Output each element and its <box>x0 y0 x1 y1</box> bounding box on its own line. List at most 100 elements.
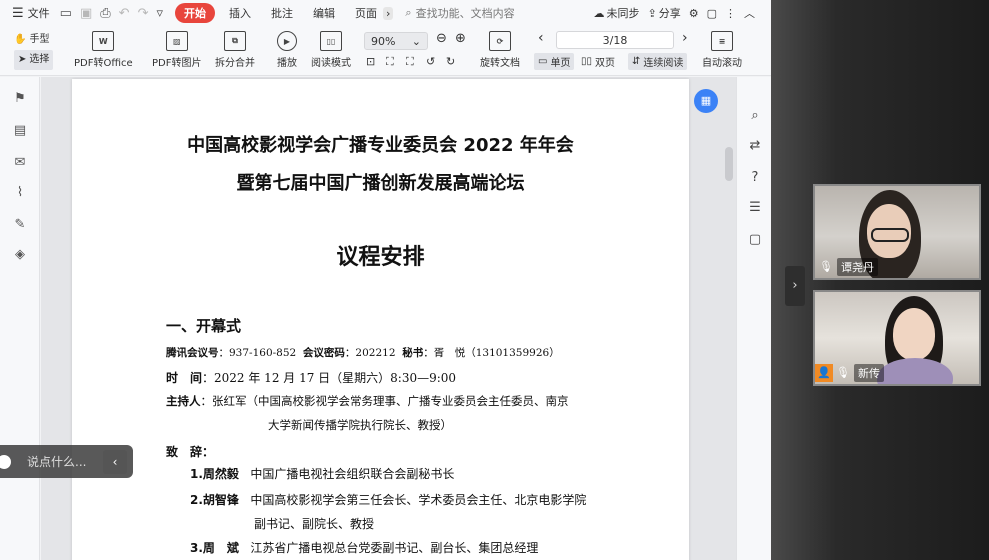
next-page-icon[interactable]: › <box>682 30 688 46</box>
read-mode-button[interactable]: ▯▯ 阅读模式 <box>311 31 351 69</box>
meeting-pw-value: ：202212 <box>344 347 396 359</box>
zoom-out-icon[interactable]: ⊖ <box>436 31 447 46</box>
split-merge-icon: ⧉ <box>224 31 246 51</box>
chevron-right-icon[interactable]: › <box>383 6 394 20</box>
pdf-to-image-button[interactable]: ▨ PDF转图片 <box>152 31 201 69</box>
glasses-icon <box>871 228 909 242</box>
emoji-icon[interactable] <box>0 454 11 469</box>
meeting-id-value: ：937-160-852 <box>218 347 297 359</box>
double-page-icon: ▯▯ <box>581 56 593 67</box>
rotate-right-icon[interactable]: ↻ <box>446 55 455 68</box>
dropdown-icon[interactable]: ▿ <box>156 6 163 21</box>
cloud-icon: ☁ <box>593 6 605 20</box>
participant-face <box>893 308 935 360</box>
split-merge-button[interactable]: ⧉ 拆分合并 <box>215 31 255 69</box>
bookmark-icon[interactable]: ⚑ <box>12 91 28 107</box>
feedback-icon[interactable]: ▢ <box>707 7 717 20</box>
chevron-left-icon[interactable]: ‹ <box>103 449 127 474</box>
host-line: 主持人：张红军（中国高校影视学会常务理事、广播专业委员会主任委员、南京 <box>166 393 569 409</box>
double-page-button[interactable]: ▯▯ 双页 <box>577 53 619 70</box>
fit-page-icon[interactable]: ⛶ <box>386 55 394 69</box>
meeting-info-line: 腾讯会议号：937-160-852 会议密码：202212 秘书：胥 悦（131… <box>166 345 560 360</box>
page-indicator[interactable]: 3/18 <box>556 31 674 49</box>
select-label: 选择 <box>29 54 50 65</box>
pdf-to-office-button[interactable]: W PDF转Office <box>74 31 133 69</box>
video-tile-1[interactable]: 🎙 谭尧丹 <box>813 184 981 280</box>
rotate-left-icon[interactable]: ↺ <box>426 55 435 68</box>
hand-select-group: ✋ 手型 ➤ 选择 <box>14 30 54 70</box>
speaker-row-2b: 副书记、副院长、教授 <box>254 517 375 531</box>
settings-icon[interactable]: ⚙ <box>689 7 699 20</box>
search-box[interactable]: ⌕ 查找功能、文档内容 <box>405 5 514 21</box>
layers-icon[interactable]: ◈ <box>12 247 28 263</box>
pdf-to-image-icon: ▨ <box>165 31 188 51</box>
adjust-icon[interactable]: ☰ <box>746 199 764 217</box>
hand-icon: ✋ <box>14 34 27 45</box>
folder-icon[interactable]: ▭ <box>60 6 72 21</box>
translate-float-icon[interactable]: ▦ <box>694 89 718 113</box>
share-label: 分享 <box>658 7 681 20</box>
left-sidebar: ⚑ ▤ ✉ ⌇ ✎ ◈ <box>0 77 40 560</box>
user-avatar-icon: 👤 <box>815 364 833 382</box>
auto-scroll-button[interactable]: ≡ 自动滚动 <box>702 31 742 69</box>
video-tile-2[interactable]: 👤 🎙 新传 <box>813 290 981 386</box>
save-icon[interactable]: ▣ <box>80 6 92 21</box>
section-heading: 一、开幕式 <box>166 317 242 335</box>
document-area[interactable]: 中国高校影视学会广播专业委员会 2022 年年会 暨第七届中国广播创新发展高端论… <box>41 77 736 560</box>
tab-edit[interactable]: 编辑 <box>313 5 335 21</box>
tab-insert[interactable]: 插入 <box>229 5 251 21</box>
share-button[interactable]: ⇪ 分享 <box>648 5 681 21</box>
tab-page[interactable]: 页面 <box>355 5 377 21</box>
read-aloud-icon[interactable]: ▢ <box>746 231 764 249</box>
actual-size-icon[interactable]: ⊡ <box>366 55 375 68</box>
page-indicator-value: 3/18 <box>602 33 628 47</box>
thumbnail-icon[interactable]: ▤ <box>12 123 28 139</box>
doc-title-line2: 暨第七届中国广播创新发展高端论坛 <box>236 173 525 194</box>
translate-icon[interactable]: ⇄ <box>746 137 764 155</box>
pdf-to-office-icon: W <box>92 31 115 51</box>
hamburger-icon[interactable]: ☰ <box>12 6 24 21</box>
select-tool[interactable]: ➤ 选择 <box>14 50 54 70</box>
menu-file[interactable]: 文件 <box>28 5 50 21</box>
book-icon: ▯▯ <box>320 31 342 51</box>
sync-status[interactable]: ☁ 未同步 <box>594 5 640 21</box>
print-icon[interactable]: ⎙ <box>100 6 110 21</box>
time-label: 时 间 <box>166 371 203 385</box>
comment-icon[interactable]: ✉ <box>12 155 28 171</box>
attachment-icon[interactable]: ⌇ <box>12 185 28 201</box>
help-icon[interactable]: ? <box>746 169 764 187</box>
chat-input[interactable]: 说点什么... ‹ <box>0 445 133 478</box>
continuous-read-button[interactable]: ⇵ 连续阅读 <box>628 53 688 70</box>
vertical-scrollbar[interactable] <box>725 147 733 181</box>
undo-icon[interactable]: ↶ <box>119 6 130 21</box>
pdf-to-office-label: PDF转Office <box>74 58 133 69</box>
fit-width-icon[interactable]: ⛶ <box>406 55 414 69</box>
zoom-select[interactable]: 90% ⌄ <box>364 32 428 50</box>
prev-page-icon[interactable]: ‹ <box>538 30 544 46</box>
speaker-row-1: 1.周然毅 中国广播电视社会组织联合会副秘书长 <box>190 465 454 482</box>
doc-heading-agenda: 议程安排 <box>336 245 425 270</box>
participant-1-tag: 🎙 谭尧丹 <box>819 258 878 276</box>
tab-comment[interactable]: 批注 <box>271 5 293 21</box>
speaker-name: 3.周 斌 <box>190 541 239 555</box>
play-label: 播放 <box>277 58 297 69</box>
speaker-name: 1.周然毅 <box>190 467 239 481</box>
redo-icon[interactable]: ↷ <box>138 6 149 21</box>
secretary-label: 秘书 <box>402 347 424 359</box>
play-button[interactable]: ▶ 播放 <box>277 31 297 69</box>
zoom-in-icon[interactable]: ⊕ <box>455 31 466 46</box>
secretary-value: ：胥 悦（13101359926） <box>423 347 560 359</box>
collapse-icon[interactable]: ︿ <box>744 5 755 21</box>
signature-icon[interactable]: ✎ <box>12 217 28 233</box>
right-menu: ☁ 未同步 ⇪ 分享 ⚙ ▢ ⋮ ︿ <box>594 5 764 21</box>
panel-toggle-chevron-right-icon[interactable]: › <box>785 266 805 306</box>
auto-scroll-label: 自动滚动 <box>702 58 742 69</box>
rotate-doc-button[interactable]: ⟳ 旋转文档 <box>480 31 520 69</box>
tab-start[interactable]: 开始 <box>175 3 215 23</box>
more-icon[interactable]: ⋮ <box>725 7 736 20</box>
hand-tool[interactable]: ✋ 手型 <box>14 30 53 50</box>
single-page-button[interactable]: ▭ 单页 <box>534 53 575 70</box>
search-placeholder: 查找功能、文档内容 <box>415 7 515 20</box>
search-doc-icon[interactable]: ⌕ <box>746 107 764 125</box>
speech-label: 致 辞： <box>166 445 215 459</box>
